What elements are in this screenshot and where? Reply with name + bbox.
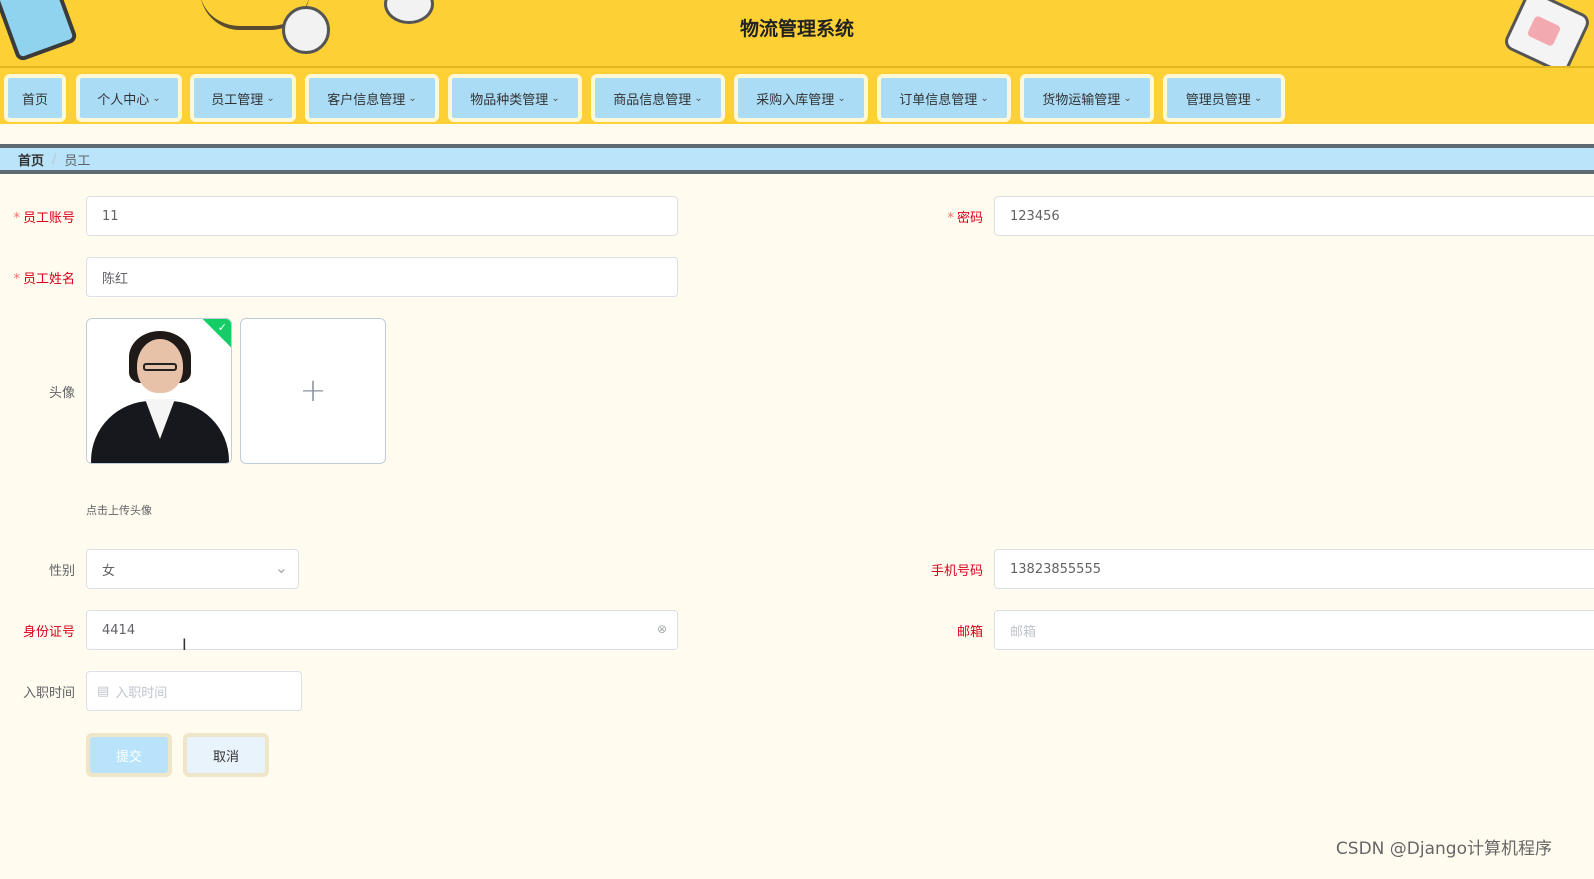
nav-item-item-category[interactable]: 物品种类管理 ⌄	[448, 74, 582, 122]
submit-button[interactable]: 提交	[90, 737, 168, 773]
nav-label: 管理员管理	[1185, 92, 1251, 108]
nav-label: 客户信息管理	[327, 92, 406, 108]
calendar-icon: ▤	[97, 683, 110, 699]
chevron-down-icon: ⌄	[837, 92, 846, 104]
hire-date-label: 入职时间	[22, 686, 75, 701]
password-label: * 密码	[947, 211, 983, 226]
avatar-thumbnail[interactable]: ✓	[86, 318, 232, 464]
nav-label: 员工管理	[211, 92, 264, 108]
nav-item-employee[interactable]: 员工管理 ⌄	[190, 74, 296, 122]
text-cursor-icon: I	[182, 635, 187, 654]
header-banner: 物流管理系统	[0, 0, 1594, 66]
breadcrumb: 首页 / 员工	[0, 144, 1594, 174]
chevron-down-icon: ⌄	[694, 92, 703, 104]
chevron-down-icon: ⌄	[408, 92, 417, 104]
gender-label: 性别	[48, 564, 75, 579]
avatar-label: 头像	[48, 386, 75, 401]
chevron-down-icon: ⌄	[551, 92, 560, 104]
clear-icon[interactable]: ⊗	[657, 622, 667, 636]
nav-item-product[interactable]: 商品信息管理 ⌄	[591, 74, 725, 122]
avatar-upload-button[interactable]: +	[240, 318, 386, 464]
nav-item-home[interactable]: 首页	[4, 74, 66, 122]
name-label: * 员工姓名	[13, 272, 75, 287]
account-input[interactable]: 11	[86, 196, 678, 236]
chevron-down-icon: ⌄	[1253, 92, 1263, 104]
nav-label: 货物运输管理	[1042, 92, 1121, 108]
phone-input[interactable]: 13823855555	[994, 549, 1594, 589]
nav-label: 商品信息管理	[613, 92, 692, 108]
nav-item-transport[interactable]: 货物运输管理 ⌄	[1020, 74, 1154, 122]
email-input[interactable]: 邮箱	[994, 610, 1594, 650]
chevron-down-icon: ⌄	[152, 92, 161, 104]
avatar-upload-tip: 点击上传头像	[86, 504, 152, 517]
name-input[interactable]: 陈红	[86, 257, 678, 297]
breadcrumb-current: 员工	[64, 153, 91, 169]
chevron-down-icon: ⌄	[980, 92, 989, 104]
account-label: * 员工账号	[13, 211, 75, 226]
chevron-down-icon: ⌄	[266, 92, 275, 104]
nav-label: 首页	[21, 92, 48, 108]
submit-button-frame: 提交	[86, 733, 172, 777]
gender-select[interactable]: 女 ⌄	[86, 549, 299, 589]
nav-label: 采购入库管理	[756, 92, 835, 108]
nav-label: 个人中心	[97, 92, 150, 108]
nav-label: 物品种类管理	[470, 92, 549, 108]
nav-item-admin[interactable]: 管理员管理 ⌄	[1163, 74, 1285, 122]
email-label: 邮箱	[956, 625, 983, 640]
hire-date-picker[interactable]: ▤ 入职时间	[86, 671, 302, 711]
phone-label: 手机号码	[930, 564, 983, 579]
cancel-button-frame: 取消	[183, 733, 269, 777]
password-input[interactable]: 123456	[994, 196, 1594, 236]
nav-item-customer[interactable]: 客户信息管理 ⌄	[305, 74, 439, 122]
nav-label: 订单信息管理	[899, 92, 978, 108]
plus-icon: +	[299, 371, 327, 409]
chevron-down-icon: ⌄	[1123, 92, 1132, 104]
nav-item-personal-center[interactable]: 个人中心 ⌄	[76, 74, 182, 122]
id-card-label: 身份证号	[22, 625, 75, 640]
watermark: CSDN @Django计算机程序	[1335, 839, 1552, 859]
top-nav: 首页 个人中心 ⌄ 员工管理 ⌄ 客户信息管理 ⌄ 物品种类管理 ⌄ 商品信息管理 ⌄ 采…	[0, 66, 1594, 124]
cancel-button[interactable]: 取消	[187, 737, 265, 773]
id-card-input[interactable]: 4414 ⊗	[86, 610, 678, 650]
nav-item-purchase[interactable]: 采购入库管理 ⌄	[734, 74, 868, 122]
nav-item-order[interactable]: 订单信息管理 ⌄	[877, 74, 1011, 122]
chevron-down-icon: ⌄	[274, 558, 288, 577]
breadcrumb-home[interactable]: 首页	[18, 150, 44, 169]
check-icon: ✓	[217, 321, 227, 334]
breadcrumb-separator: /	[52, 151, 57, 167]
app-title: 物流管理系统	[739, 18, 854, 40]
